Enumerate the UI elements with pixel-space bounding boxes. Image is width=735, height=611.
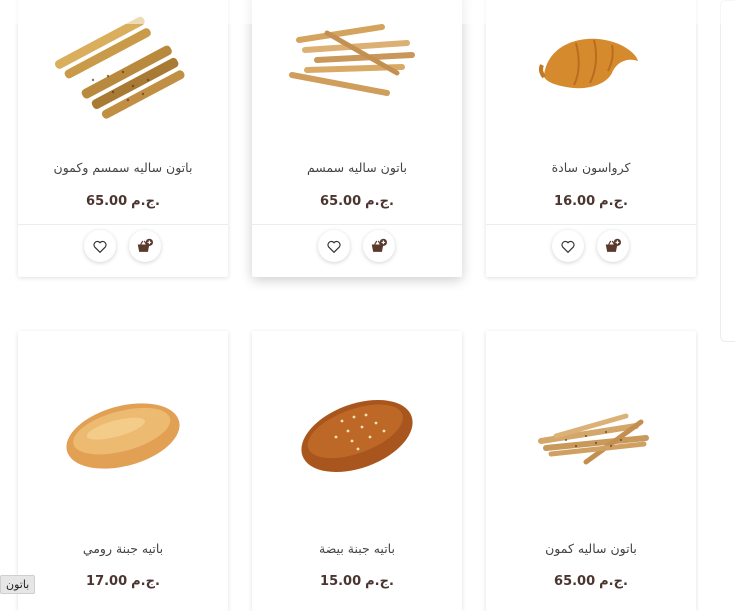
wishlist-button[interactable] [84,230,116,262]
product-name[interactable]: باتون ساليه كمون [486,541,696,556]
divider [252,224,462,225]
heart-icon [327,240,341,253]
product-name[interactable]: كرواسون سادة [486,160,696,175]
product-name[interactable]: باتون ساليه سمسم وكمون [18,160,228,175]
sidebar-panel [720,0,735,342]
product-image[interactable] [486,0,696,130]
product-card[interactable]: باتون ساليه سمسم 65.00 ج.م. [252,0,462,277]
sesame-sticks-image [289,24,415,96]
product-price: 65.00 ج.م. [554,574,628,589]
product-card[interactable]: باتيه جبنة رومي 17.00 ج.م. [18,331,228,611]
add-to-cart-button[interactable] [597,230,629,262]
cumin-sticks-image [538,413,649,465]
add-to-cart-button[interactable] [363,230,395,262]
product-card[interactable]: باتيه جبنة بيضة 15.00 ج.م. [252,331,462,611]
white-cheese-pate-image [301,399,413,473]
croissant-image [538,38,638,89]
sesame-cumin-sticks-image [55,16,185,119]
wishlist-button[interactable] [318,230,350,262]
product-image[interactable] [486,371,696,501]
add-to-cart-icon [371,238,387,252]
product-image[interactable] [18,0,228,130]
heart-icon [93,240,107,253]
product-price: 15.00 ج.م. [320,574,394,589]
product-image[interactable] [18,371,228,501]
product-image[interactable] [252,0,462,130]
product-price: 65.00 ج.م. [320,194,394,209]
tooltip: باتون [0,575,36,594]
product-image[interactable] [252,371,462,501]
product-price: 65.00 ج.م. [86,194,160,209]
add-to-cart-icon [137,238,153,252]
divider [18,224,228,225]
product-card[interactable]: باتون ساليه سمسم وكمون 65.00 ج.م. [18,0,228,277]
product-name[interactable]: باتيه جبنة بيضة [252,541,462,556]
divider [486,224,696,225]
add-to-cart-button[interactable] [129,230,161,262]
roumi-cheese-pate-image [66,403,180,469]
product-name[interactable]: باتون ساليه سمسم [252,160,462,175]
product-card[interactable]: باتون ساليه كمون 65.00 ج.م. [486,331,696,611]
product-name[interactable]: باتيه جبنة رومي [18,541,228,556]
product-card[interactable]: كرواسون سادة 16.00 ج.م. [486,0,696,277]
wishlist-button[interactable] [552,230,584,262]
product-price: 17.00 ج.م. [86,574,160,589]
heart-icon [561,240,575,253]
add-to-cart-icon [605,238,621,252]
product-price: 16.00 ج.م. [554,194,628,209]
